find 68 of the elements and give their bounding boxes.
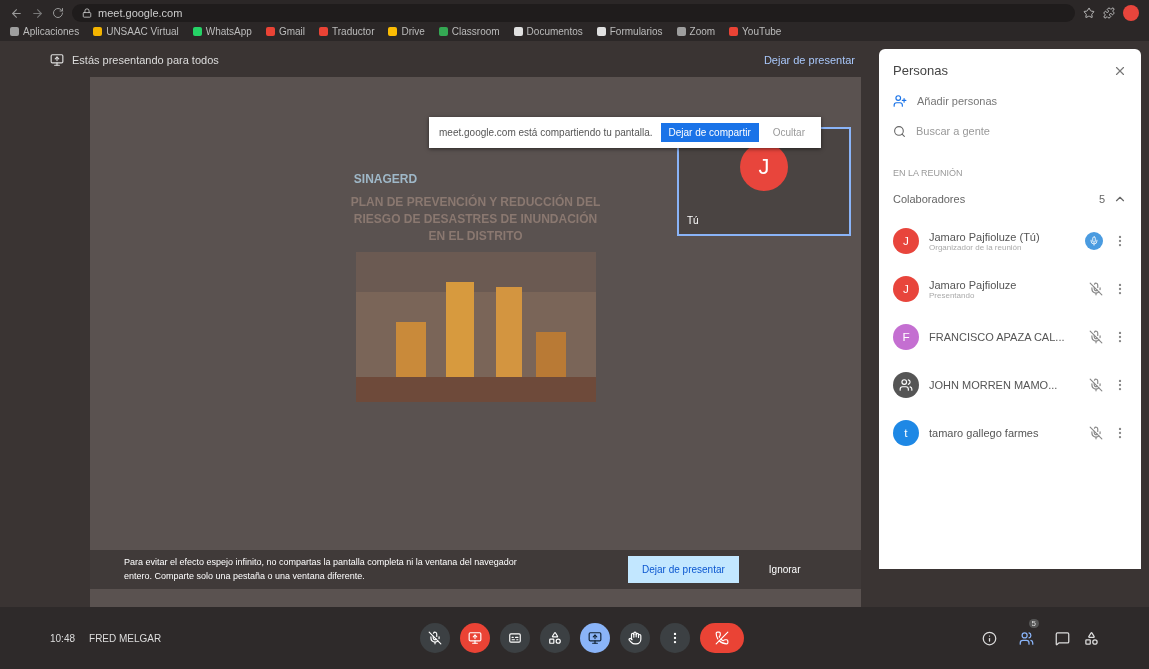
leave-call-button[interactable]	[700, 623, 744, 653]
ignore-button[interactable]: Ignorar	[762, 563, 807, 576]
mic-button[interactable]	[420, 623, 450, 653]
clock-text: 10:48	[50, 632, 76, 644]
participant-role: Presentando	[929, 290, 975, 300]
panel-title: Personas	[893, 63, 948, 78]
bookmark[interactable]: Documentos	[513, 26, 583, 37]
add-people-button[interactable]: Añadir personas	[893, 84, 1127, 118]
activities-icon[interactable]	[1084, 630, 1099, 646]
bookmark[interactable]: WhatsApp	[192, 26, 252, 37]
lock-icon	[82, 8, 92, 18]
shapes-icon	[548, 631, 562, 645]
present-icon	[50, 53, 64, 67]
stop-presenting-link[interactable]: Dejar de presentar	[757, 53, 861, 67]
search-icon	[893, 124, 906, 138]
bookmark[interactable]: UNSAAC Virtual	[93, 26, 179, 37]
monitor-icon	[468, 631, 482, 645]
participant-name: Jamaro Pajfioluze	[929, 278, 1018, 291]
participant-name: JOHN MORREN MAMO...	[929, 379, 1059, 391]
participant-avatar: t	[893, 420, 919, 446]
mic-off-icon	[428, 631, 442, 645]
emoji-button[interactable]	[540, 623, 570, 653]
address-bar[interactable]: meet.google.com	[72, 4, 1075, 22]
hand-icon	[628, 631, 642, 645]
presenting-label: Estás presentando para todos	[72, 54, 219, 66]
url-text: meet.google.com	[98, 7, 183, 19]
group-header[interactable]: Colaboradores 5	[893, 184, 1127, 214]
stop-sharing-button[interactable]: Dejar de compartir	[660, 123, 759, 142]
warning-message: Para evitar el efecto espejo infinito, no compartas la pantalla completa ni la ventana del navegador entero. Comparte solo una pestaña o una ventana diferente.	[124, 556, 518, 583]
reload-icon[interactable]	[52, 7, 64, 19]
camera-button[interactable]	[460, 623, 490, 653]
stop-presenting-button[interactable]: Dejar de presentar	[628, 556, 739, 583]
participant-name: FRANCISCO APAZA CAL...	[929, 331, 1066, 343]
participant-role: Organizador de la reunión	[929, 242, 1023, 252]
raise-hand-button[interactable]	[620, 623, 650, 653]
chat-icon[interactable]	[1055, 630, 1070, 646]
extensions-icon[interactable]	[1103, 7, 1115, 19]
bookmark[interactable]: YouTube	[729, 26, 782, 37]
bookmark[interactable]: Drive	[388, 26, 425, 37]
bookmark[interactable]: Zoom	[676, 26, 716, 37]
hang-up-icon	[715, 631, 729, 645]
participant-avatar: F	[893, 324, 919, 350]
section-label: EN LA REUNIÓN	[893, 168, 964, 178]
present-button[interactable]	[580, 623, 610, 653]
participant-name: tamaro gallego farmes	[929, 427, 1040, 439]
bookmark[interactable]: Gmail	[265, 26, 306, 37]
forward-icon[interactable]	[31, 6, 44, 20]
people-count: 5	[1028, 619, 1039, 628]
participant-name: Jamaro Pajfioluze (Tú)	[929, 230, 1041, 243]
bookmark[interactable]: Classroom	[438, 26, 500, 37]
back-icon[interactable]	[10, 6, 23, 20]
info-icon[interactable]	[982, 630, 997, 646]
meeting-name: FRED MELGAR	[89, 632, 162, 644]
bookmark[interactable]: Traductor	[319, 26, 375, 37]
star-icon[interactable]	[1083, 7, 1095, 19]
bookmark[interactable]: Formularios	[596, 26, 663, 37]
slide-logo: SINAGERD	[353, 172, 418, 186]
participant-avatar: J	[893, 276, 919, 302]
people-icon	[1018, 630, 1034, 646]
participant-avatar: J	[893, 228, 919, 254]
add-person-icon	[893, 94, 907, 108]
captions-icon	[508, 631, 522, 645]
sharing-message: meet.google.com está compartiendo tu pantalla.	[439, 127, 653, 138]
bookmark[interactable]: Aplicaciones	[10, 26, 80, 37]
tile-name: Tú	[687, 215, 699, 226]
present-icon	[588, 631, 602, 645]
captions-button[interactable]	[500, 623, 530, 653]
profile-icon[interactable]	[1123, 5, 1139, 21]
